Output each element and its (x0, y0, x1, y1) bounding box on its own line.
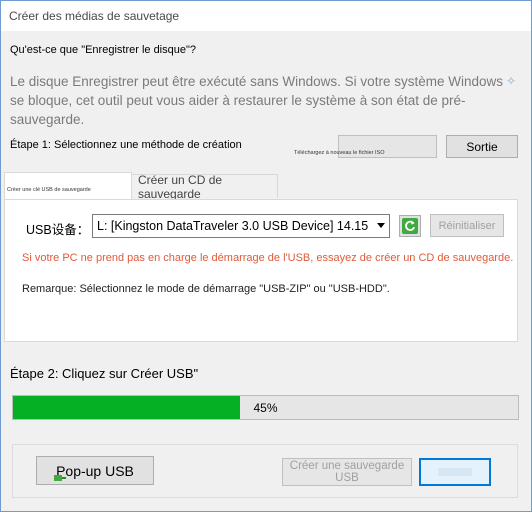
step2-label: Étape 2: Cliquez sur Créer USB" (10, 366, 199, 381)
download-iso-label: Téléchargez à nouveau le fichier ISO (294, 150, 385, 156)
tab-usb-backup-label: Créer une clé USB de sauvegarde (7, 187, 91, 193)
action-button-content (438, 468, 472, 476)
boot-mode-note: Remarque: Sélectionnez le mode de démarr… (22, 283, 390, 295)
refresh-icon (402, 218, 418, 234)
progress-bar: 45% (12, 395, 519, 420)
window-title: Créer des médias de sauvetage (9, 9, 180, 23)
tab-cd-backup[interactable]: Créer un CD de sauvegarde (132, 173, 278, 201)
usb-device-selected-value: L: [Kingston DataTraveler 3.0 USB Device… (97, 219, 369, 233)
title-bar: Créer des médias de sauvetage (1, 1, 531, 31)
intro-description: Le disque Enregistrer peut être exécuté … (10, 74, 503, 127)
progress-text: 45% (253, 400, 278, 415)
intro-question: Qu'est-ce que "Enregistrer le disque"? (10, 44, 197, 56)
tab-usb-backup[interactable]: Créer une clé USB de sauvegarde (4, 172, 132, 200)
usb-device-label: USB设备： (26, 223, 90, 237)
refresh-devices-button[interactable] (399, 215, 421, 237)
exit-button[interactable]: Sortie (446, 135, 518, 158)
create-usb-backup-button[interactable]: Créer une sauvegarde USB (282, 458, 412, 486)
usb-device-select[interactable]: L: [Kingston DataTraveler 3.0 USB Device… (92, 214, 390, 238)
reset-button[interactable]: Réinitialiser (430, 214, 504, 237)
focused-action-button[interactable] (419, 458, 491, 486)
step1-label: Étape 1: Sélectionnez une méthode de cré… (10, 139, 242, 151)
usb-eject-icon (54, 475, 66, 481)
sparkle-icon: ✧ (506, 74, 517, 88)
chevron-down-icon (377, 223, 385, 228)
usb-boot-warning: Si votre PC ne prend pas en charge le dé… (22, 252, 514, 264)
